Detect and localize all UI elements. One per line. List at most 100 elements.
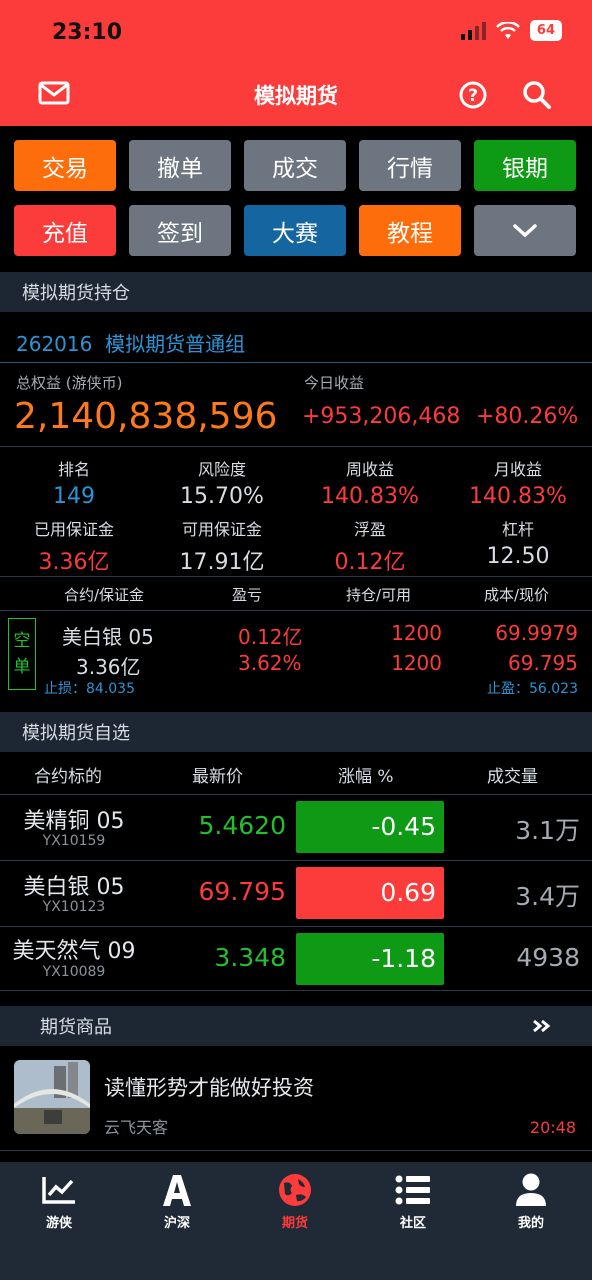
holdings-section-header: 模拟期货持仓 (0, 272, 592, 312)
quotes-button[interactable]: 行情 (359, 140, 461, 191)
quick-action-grid: 交易 撤单 成交 行情 银期 充值 签到 大赛 教程 (14, 140, 578, 256)
contest-button[interactable]: 大赛 (244, 205, 346, 256)
position-available: 1200 (391, 651, 442, 675)
contract-name: 美精铜 05 (23, 809, 125, 834)
column-header: 最新价 (192, 767, 243, 787)
change-badge: -0.45 (296, 801, 444, 853)
stat-label: 杠杆 (501, 520, 534, 539)
search-button[interactable] (522, 80, 552, 110)
page-title: 模拟期货 (254, 84, 338, 108)
chart-line-icon (42, 1177, 75, 1204)
equity-label: 总权益 (游侠币) (16, 374, 123, 392)
volume: 4938 (516, 943, 580, 972)
tab-hushen[interactable]: 沪深 (118, 1170, 236, 1231)
cancel-order-button[interactable]: 撤单 (129, 140, 231, 191)
search-icon (523, 81, 551, 109)
account-title[interactable]: 262016 模拟期货普通组 (16, 328, 245, 357)
change-badge: 0.69 (296, 867, 444, 919)
watchlist-row[interactable]: 美白银 05 YX10123 69.795 0.69 3.4万 (0, 861, 592, 926)
divider (0, 362, 592, 363)
latest-price: 3.348 (214, 943, 286, 972)
stat-label: 排名 (57, 460, 90, 479)
change-badge: -1.18 (296, 933, 444, 985)
today-amount: +953,206,468 (302, 404, 461, 429)
total-equity: 2,140,838,596 (14, 396, 278, 437)
contract-name: 美天然气 09 (12, 939, 136, 964)
stat-used-margin: 已用保证金 3.36亿 (0, 516, 148, 576)
stat-value: 12.50 (486, 544, 550, 569)
contract-name: 美白银 05 (23, 875, 125, 900)
stat-leverage: 杠杆 12.50 (444, 516, 592, 569)
stat-risk: 风险度 15.70% (148, 456, 296, 509)
expand-more-button[interactable] (474, 205, 576, 256)
news-source: 云飞天客 (104, 1118, 169, 1137)
today-percent: +80.26% (476, 404, 579, 429)
bank-transfer-button[interactable]: 银期 (474, 140, 576, 191)
latest-price: 69.795 (198, 877, 286, 906)
tutorial-button[interactable]: 教程 (359, 205, 461, 256)
tab-futures[interactable]: 期货 (236, 1170, 354, 1231)
status-icons: 64 (460, 20, 562, 41)
tag-char: 单 (13, 657, 31, 677)
deals-button[interactable]: 成交 (244, 140, 346, 191)
goods-section-title: 期货商品 (40, 1017, 112, 1038)
news-time: 20:48 (529, 1118, 576, 1137)
battery-icon: 64 (529, 20, 562, 41)
bottom-tab-bar: 游侠 沪深 期货 社区 我的 (0, 1162, 592, 1280)
column-header: 盈亏 (232, 586, 263, 604)
watchlist-row[interactable]: 美天然气 09 YX10089 3.348 -1.18 4938 (0, 927, 592, 992)
tab-label: 游侠 (45, 1216, 72, 1231)
wifi-icon (495, 21, 520, 39)
news-thumbnail (14, 1060, 90, 1134)
stat-value: 15.70% (180, 484, 264, 509)
stat-label: 可用保证金 (181, 520, 262, 539)
stat-value: 17.91亿 (179, 550, 265, 575)
divider (0, 446, 592, 447)
tab-youxia[interactable]: 游侠 (0, 1170, 118, 1231)
stat-available-margin: 可用保证金 17.91亿 (148, 516, 296, 576)
stat-value: 140.83% (321, 484, 419, 509)
position-price: 69.795 (508, 651, 578, 675)
divider (0, 1150, 592, 1151)
trade-button[interactable]: 交易 (14, 140, 116, 191)
divider (0, 576, 592, 577)
position-margin: 3.36亿 (76, 655, 141, 679)
column-header: 持仓/可用 (346, 586, 412, 604)
recharge-button[interactable]: 充值 (14, 205, 116, 256)
watchlist-row[interactable]: 美精铜 05 YX10159 5.4620 -0.45 3.1万 (0, 795, 592, 860)
column-header: 涨幅 % (338, 767, 394, 787)
watchlist-section-header: 模拟期货自选 (0, 712, 592, 752)
stat-rank[interactable]: 排名 149 (0, 456, 148, 509)
goods-section-header[interactable]: 期货商品 (0, 1006, 592, 1046)
short-position-tag: 空 单 (8, 618, 36, 690)
latest-price: 5.4620 (198, 811, 286, 840)
help-button[interactable]: ? (458, 80, 488, 110)
position-name: 美白银 05 (62, 625, 154, 649)
position-pnl: 0.12亿 (238, 625, 303, 649)
column-header: 成本/现价 (484, 586, 550, 604)
stop-loss: 止损：84.035 (44, 681, 135, 697)
svg-text:?: ? (468, 86, 478, 106)
account-id: 262016 (16, 332, 93, 356)
news-title: 读懂形势才能做好投资 (104, 1076, 314, 1100)
tab-label: 社区 (399, 1216, 426, 1231)
stat-floating-profit: 浮盈 0.12亿 (296, 516, 444, 576)
double-chevron-right-icon (533, 1019, 551, 1033)
stat-value: 3.36亿 (38, 550, 110, 575)
tab-label: 沪深 (163, 1216, 190, 1231)
stat-label: 月收益 (493, 460, 542, 479)
take-profit: 止盈：56.023 (487, 681, 578, 697)
today-label: 今日收益 (304, 374, 365, 392)
tab-me[interactable]: 我的 (472, 1170, 590, 1231)
list-icon (395, 1175, 430, 1205)
checkin-button[interactable]: 签到 (129, 205, 231, 256)
chevron-down-icon (513, 223, 537, 237)
tab-community[interactable]: 社区 (354, 1170, 472, 1231)
contract-code: YX10159 (42, 833, 106, 849)
stat-label: 风险度 (197, 460, 246, 479)
user-icon (516, 1173, 546, 1206)
globe-icon (279, 1174, 311, 1206)
position-cost: 69.9979 (495, 621, 578, 645)
contract-code: YX10123 (42, 899, 106, 915)
volume: 3.4万 (515, 882, 580, 911)
